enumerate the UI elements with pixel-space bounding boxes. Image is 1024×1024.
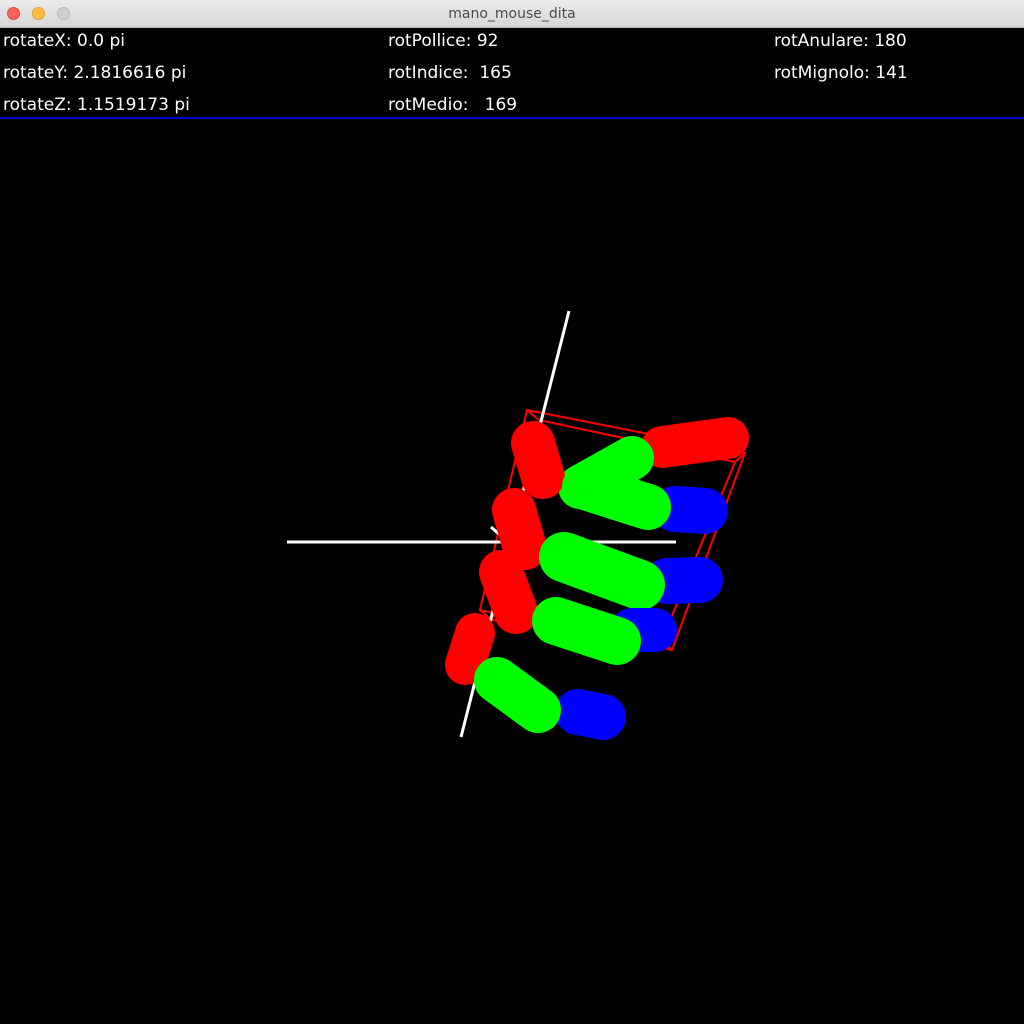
finger-segments bbox=[445, 417, 749, 740]
finger-5-middle bbox=[474, 657, 561, 733]
finger-2-distal bbox=[652, 486, 728, 534]
title-bar[interactable]: mano_mouse_dita bbox=[0, 0, 1024, 28]
app-window: mano_mouse_dita rotateX: 0.0 pi rotateY:… bbox=[0, 0, 1024, 1024]
finger-4-proximal bbox=[445, 613, 495, 685]
finger-4-middle bbox=[532, 597, 641, 665]
finger-3-distal bbox=[644, 557, 723, 604]
finger-2-middle bbox=[562, 464, 671, 530]
hand-3d-scene bbox=[287, 310, 749, 740]
finger-3-proximal bbox=[479, 550, 538, 634]
finger-1-distal bbox=[641, 417, 749, 468]
finger-2-proximal bbox=[492, 488, 547, 570]
render-canvas[interactable]: rotateX: 0.0 pi rotateY: 2.1816616 pi ro… bbox=[0, 28, 1024, 1024]
window-title: mano_mouse_dita bbox=[448, 6, 576, 22]
finger-5-distal bbox=[555, 689, 626, 740]
finger-3-middle bbox=[539, 532, 665, 610]
finger-1-proximal bbox=[511, 421, 565, 499]
